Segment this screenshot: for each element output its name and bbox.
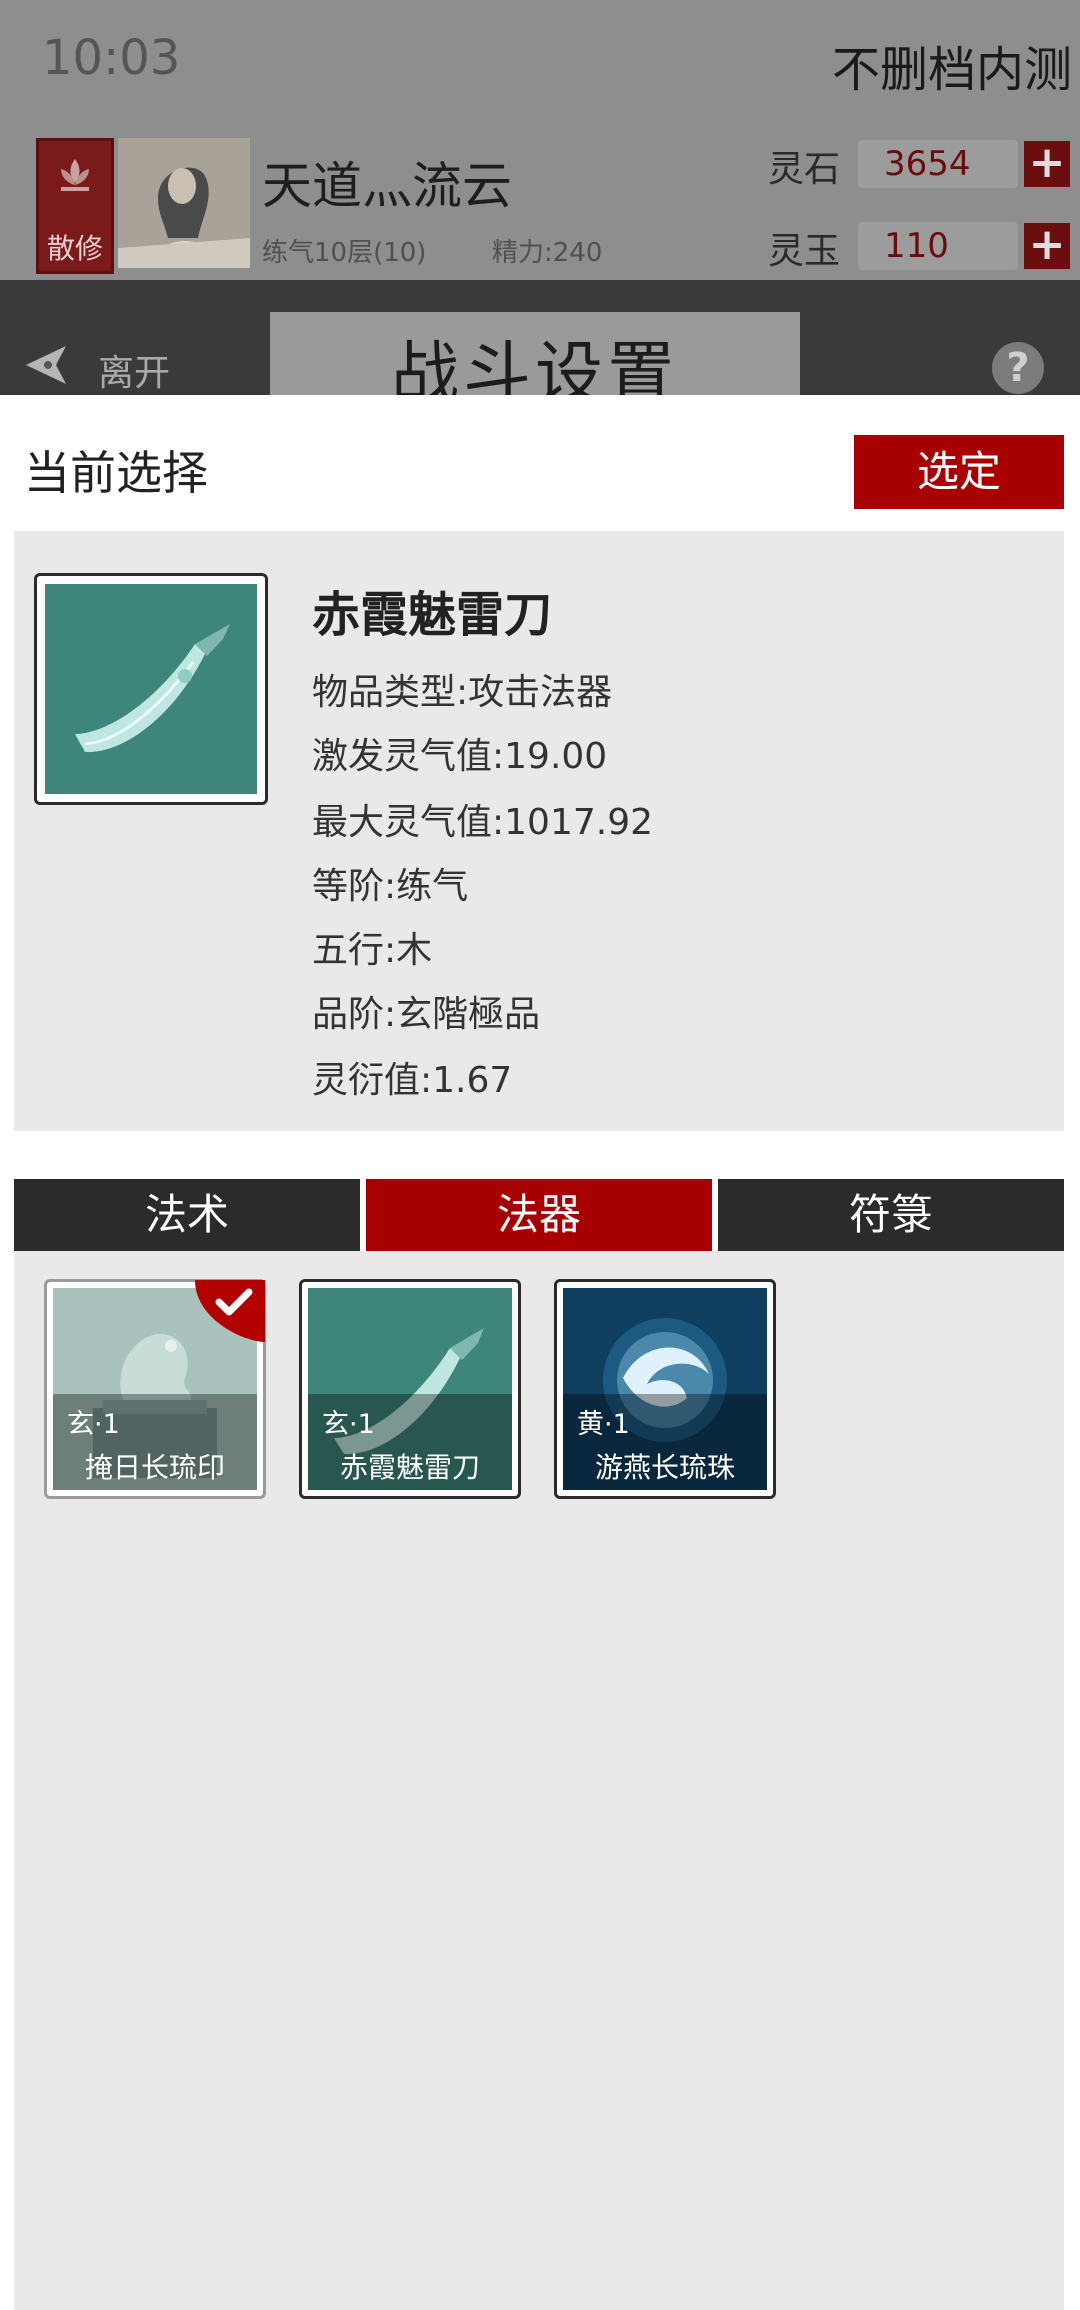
item-attribute: 激发灵气值:19.00	[312, 736, 608, 777]
spirit-stone-value: 3654	[858, 140, 1018, 188]
blade-icon	[45, 584, 257, 794]
player-name: 天道灬流云	[262, 157, 512, 215]
item-grade: 玄·1	[322, 1409, 375, 1440]
current-selection-label: 当前选择	[24, 446, 208, 500]
spirit-jade-label: 灵玉	[768, 231, 841, 272]
item-attribute: 物品类型:攻击法器	[312, 672, 613, 713]
item-attribute: 品阶:玄階極品	[312, 994, 541, 1035]
category-tabs: 法术 法器 符箓	[14, 1179, 1064, 1251]
item-attribute: 灵衍值:1.67	[312, 1060, 513, 1101]
item-detail-card: 赤霞魅雷刀 物品类型:攻击法器 激发灵气值:19.00 最大灵气值:1017.9…	[14, 531, 1064, 1131]
spirit-jade-value: 110	[858, 222, 1018, 270]
player-avatar[interactable]	[118, 138, 250, 268]
item-attribute: 最大灵气值:1017.92	[312, 802, 653, 843]
test-label: 不删档内测	[831, 42, 1072, 98]
item-name-label: 游燕长琉珠	[594, 1451, 735, 1484]
lotus-icon	[61, 159, 89, 191]
player-energy: 精力:240	[492, 238, 603, 268]
inventory-item[interactable]: 玄·1 赤霞魅雷刀	[299, 1279, 521, 1499]
tab-talismans[interactable]: 符箓	[718, 1179, 1064, 1251]
confirm-select-button[interactable]: 选定	[854, 435, 1064, 509]
battle-settings-panel: 当前选择 选定 赤霞魅雷刀 物品类型:攻击法器 激发灵气值:19.00 最大灵气…	[0, 395, 1080, 2310]
item-name-label: 赤霞魅雷刀	[339, 1451, 480, 1484]
help-icon[interactable]: ?	[992, 342, 1044, 394]
sect-label: 散修	[46, 232, 103, 265]
leave-button[interactable]: 离开	[98, 344, 170, 395]
top-bar: 10:03 不删档内测 散修 天道灬流云 练气10层(10) 精力:240 灵石…	[0, 0, 1080, 395]
item-grade: 玄·1	[67, 1409, 120, 1440]
spirit-stone-label: 灵石	[768, 149, 841, 190]
item-name-label: 掩日长琉印	[84, 1451, 225, 1484]
tab-spells[interactable]: 法术	[14, 1179, 360, 1251]
player-level: 练气10层(10)	[262, 238, 427, 268]
item-attribute: 等阶:练气	[312, 866, 469, 907]
back-arrow-icon[interactable]	[22, 340, 72, 390]
screen-title: 战斗设置	[390, 335, 679, 395]
add-spirit-stone-button[interactable]: +	[1024, 141, 1070, 187]
selected-check-icon	[195, 1280, 265, 1342]
inventory-item[interactable]: 黄·1 游燕长琉珠	[554, 1279, 776, 1499]
status-time: 10:03	[42, 30, 181, 86]
item-name: 赤霞魅雷刀	[312, 587, 553, 643]
item-attribute: 五行:木	[312, 930, 433, 971]
inventory-grid: 玄·1 掩日长琉印 玄·1 赤霞魅雷刀 黄·1 游燕长琉珠	[14, 1251, 1064, 2310]
item-detail-icon-frame	[34, 573, 268, 805]
item-grade: 黄·1	[577, 1409, 630, 1440]
tab-artifacts[interactable]: 法器	[366, 1179, 712, 1251]
inventory-item[interactable]: 玄·1 掩日长琉印	[44, 1279, 266, 1499]
add-spirit-jade-button[interactable]: +	[1024, 223, 1070, 269]
sect-badge: 散修	[36, 138, 114, 274]
